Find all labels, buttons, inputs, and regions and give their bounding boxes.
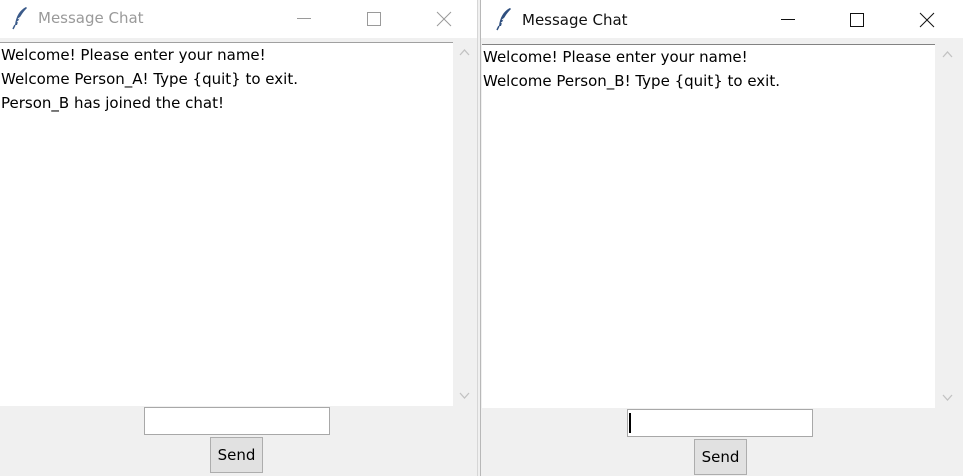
maximize-icon — [850, 13, 864, 27]
title-bar[interactable]: Message Chat — [0, 0, 477, 38]
maximize-icon — [367, 12, 381, 26]
window-title: Message Chat — [522, 11, 628, 29]
message-input[interactable] — [144, 407, 330, 435]
close-button[interactable] — [904, 0, 950, 38]
minimize-icon — [297, 18, 311, 19]
scroll-down-icon[interactable] — [942, 394, 953, 402]
window-title: Message Chat — [38, 9, 144, 27]
maximize-button[interactable] — [834, 0, 880, 38]
scroll-down-icon[interactable] — [459, 392, 470, 400]
feather-icon — [12, 7, 27, 30]
title-bar[interactable]: Message Chat — [481, 0, 963, 38]
minimize-icon — [781, 19, 795, 20]
send-button[interactable]: Send — [210, 437, 263, 473]
close-button[interactable] — [421, 0, 467, 38]
send-button[interactable]: Send — [694, 439, 747, 475]
message-line: Welcome Person_A! Type {quit} to exit. — [1, 70, 298, 88]
scroll-up-icon[interactable] — [942, 50, 953, 58]
vertical-scrollbar[interactable] — [939, 44, 956, 408]
message-line: Welcome! Please enter your name! — [483, 48, 748, 66]
text-caret — [629, 413, 631, 433]
chat-window-person-a: Message Chat Welcome! Please enter your … — [0, 0, 478, 476]
chat-window-person-b: Message Chat Welcome! Please enter your … — [480, 0, 963, 476]
message-line: Welcome! Please enter your name! — [1, 46, 266, 64]
message-list[interactable]: Welcome! Please enter your name! Welcome… — [482, 44, 935, 408]
minimize-button[interactable] — [281, 0, 327, 38]
message-input[interactable] — [627, 409, 813, 437]
message-list[interactable]: Welcome! Please enter your name! Welcome… — [0, 42, 453, 406]
message-line: Person_B has joined the chat! — [1, 94, 225, 112]
close-icon — [436, 11, 452, 27]
maximize-button[interactable] — [351, 0, 397, 38]
minimize-button[interactable] — [765, 0, 811, 38]
vertical-scrollbar[interactable] — [456, 42, 473, 406]
close-icon — [919, 12, 935, 28]
message-line: Welcome Person_B! Type {quit} to exit. — [483, 72, 780, 90]
scroll-up-icon[interactable] — [459, 48, 470, 56]
feather-icon — [496, 8, 511, 31]
